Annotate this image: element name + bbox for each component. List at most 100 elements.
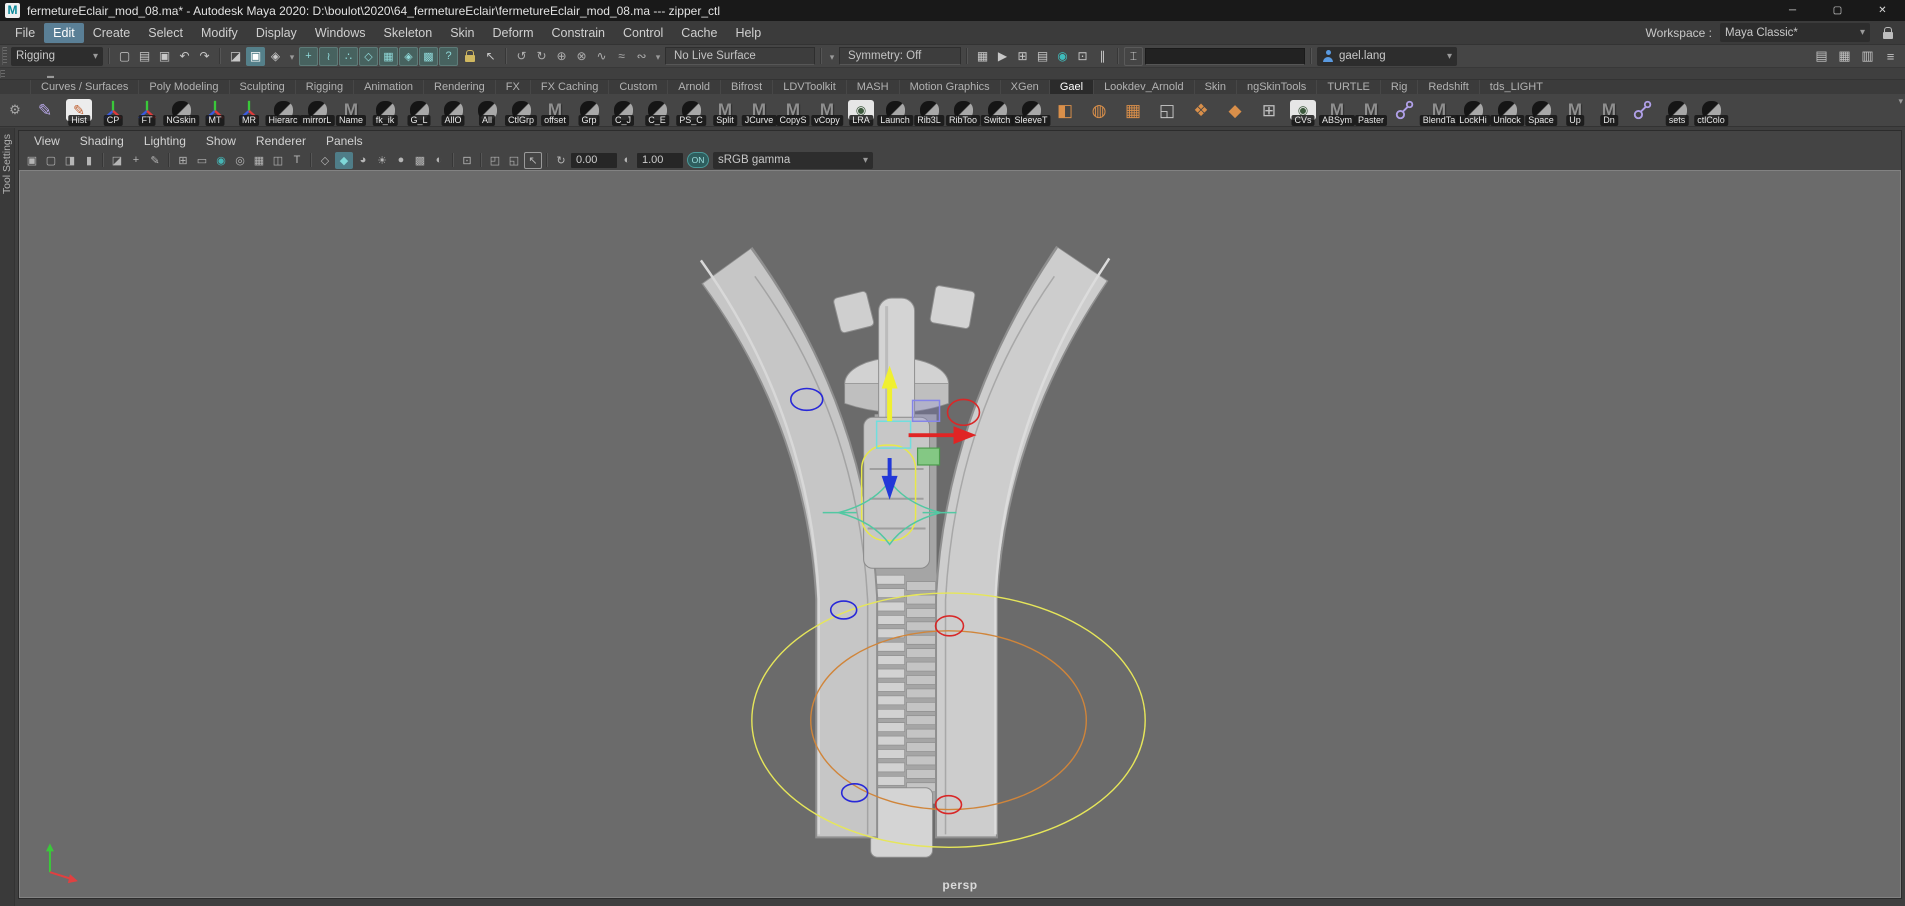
smooth-shade-icon[interactable]: ◆: [335, 152, 353, 169]
live-surface-field[interactable]: No Live Surface: [665, 47, 815, 65]
shelf-item-FT[interactable]: FT: [130, 94, 164, 127]
shelf-item-Unlock[interactable]: Unlock: [1490, 94, 1524, 127]
new-scene-icon[interactable]: ▢: [115, 47, 134, 66]
bookmarks-icon[interactable]: ▮: [80, 152, 98, 169]
wave-edit-icon[interactable]: ∾: [632, 47, 651, 66]
menu-item[interactable]: Help: [726, 23, 770, 43]
shelf-item-offset[interactable]: offset: [538, 94, 572, 127]
construction-history-icon[interactable]: ↺: [512, 47, 531, 66]
shelf-tab[interactable]: Curves / Surfaces: [30, 80, 138, 94]
shelf-item-Launch[interactable]: Launch: [878, 94, 912, 127]
shelf-item-joint-tool-2[interactable]: [1626, 94, 1660, 127]
shelf-item-PS_C[interactable]: PS_C: [674, 94, 708, 127]
menu-item[interactable]: Skin: [441, 23, 483, 43]
undo-icon[interactable]: ↶: [175, 47, 194, 66]
shelf-item-poly-cube[interactable]: ◧: [1048, 94, 1082, 127]
shelf-item-RibToo[interactable]: RibToo: [946, 94, 980, 127]
shadows-icon[interactable]: ●: [392, 152, 410, 169]
shelf-gear-icon[interactable]: ⚙: [2, 102, 28, 118]
gate-mask-icon[interactable]: ◎: [231, 152, 249, 169]
safe-title-icon[interactable]: T: [288, 152, 306, 169]
shelf-item-Paster[interactable]: Paster: [1354, 94, 1388, 127]
menu-set-selector[interactable]: Rigging: [11, 47, 103, 66]
shelf-tab[interactable]: Rigging: [295, 80, 353, 94]
film-gate-icon[interactable]: ▭: [193, 152, 211, 169]
overscan-icon[interactable]: ✎: [146, 152, 164, 169]
select-by-component-icon[interactable]: ◈: [266, 47, 285, 66]
menu-item[interactable]: Edit: [44, 23, 84, 43]
snap-help-icon[interactable]: ?: [439, 47, 458, 66]
shelf-item-fk_ik[interactable]: fk_ik: [368, 94, 402, 127]
shelf-item-Switch[interactable]: Switch: [980, 94, 1014, 127]
shelf-item-C_E[interactable]: C_E: [640, 94, 674, 127]
shelf-tab[interactable]: Skin: [1194, 80, 1236, 94]
disable-operation-icon[interactable]: ⊗: [572, 47, 591, 66]
shelf-item-ctlColo[interactable]: ctlColo: [1694, 94, 1728, 127]
panel-menu-item[interactable]: View: [25, 134, 69, 148]
shelf-item-G_L[interactable]: G_L: [402, 94, 436, 127]
shelf-tab[interactable]: TURTLE: [1316, 80, 1380, 94]
close-button[interactable]: ✕: [1860, 0, 1905, 21]
menu-item[interactable]: Modify: [192, 23, 247, 43]
snap-to-curve-icon[interactable]: ≀: [319, 47, 338, 66]
search-input[interactable]: [1145, 48, 1305, 65]
menu-item[interactable]: Create: [84, 23, 140, 43]
menu-item[interactable]: Deform: [484, 23, 543, 43]
wireframe-icon[interactable]: ◇: [316, 152, 334, 169]
select-camera-icon[interactable]: ▣: [23, 152, 41, 169]
shelf-item-Split[interactable]: Split: [708, 94, 742, 127]
snap-to-point-icon[interactable]: ∴: [339, 47, 358, 66]
shelf-item-SleeveT[interactable]: SleeveT: [1014, 94, 1048, 127]
xray-joints-icon[interactable]: ◱: [505, 152, 523, 169]
viewport-3d[interactable]: persp: [19, 170, 1901, 898]
shelf-item-mirrorL[interactable]: mirrorL: [300, 94, 334, 127]
shelf-tab[interactable]: Rendering: [423, 80, 495, 94]
statusline-grip[interactable]: [2, 47, 7, 65]
minimize-button[interactable]: ─: [1770, 0, 1815, 21]
shelf-item-MT[interactable]: MT: [198, 94, 232, 127]
strip-grip[interactable]: [0, 70, 5, 78]
dropdown-arrow-icon[interactable]: [287, 47, 297, 65]
open-scene-icon[interactable]: ▤: [135, 47, 154, 66]
shelf-item-CP[interactable]: CP: [96, 94, 130, 127]
menu-item[interactable]: Cache: [672, 23, 726, 43]
shelf-item-poly-grid[interactable]: ▦: [1116, 94, 1150, 127]
shelf-item-poly-wheel[interactable]: ◍: [1082, 94, 1116, 127]
shelf-item-vCopy[interactable]: vCopy: [810, 94, 844, 127]
shelf-tab[interactable]: Motion Graphics: [899, 80, 1000, 94]
menu-item[interactable]: Select: [139, 23, 192, 43]
shelf-item-LockHi[interactable]: LockHi: [1456, 94, 1490, 127]
select-by-hierarchy-icon[interactable]: ◪: [226, 47, 245, 66]
shelf-item-Grp[interactable]: Grp: [572, 94, 606, 127]
textured-icon[interactable]: ◕: [354, 152, 372, 169]
lock-camera-icon[interactable]: ▢: [42, 152, 60, 169]
shelf-tab[interactable]: Sculpting: [229, 80, 295, 94]
shelf-tab[interactable]: Bifrost: [720, 80, 772, 94]
shelf-tab[interactable]: Lookdev_Arnold: [1093, 80, 1194, 94]
resolution-gate-icon[interactable]: ◉: [212, 152, 230, 169]
grid-icon[interactable]: ⊞: [174, 152, 192, 169]
highlight-selection-icon[interactable]: ↖: [481, 47, 500, 66]
shelf-item-edit-pen[interactable]: ✎: [28, 94, 62, 127]
use-all-lights-icon[interactable]: ☀: [373, 152, 391, 169]
exposure-icon[interactable]: ↻: [552, 152, 570, 169]
redo-icon[interactable]: ↷: [195, 47, 214, 66]
menu-item[interactable]: File: [6, 23, 44, 43]
menu-item[interactable]: Skeleton: [375, 23, 442, 43]
menu-item[interactable]: Constrain: [543, 23, 615, 43]
smooth-edit-icon[interactable]: ≈: [612, 47, 631, 66]
color-management-toggle[interactable]: ON: [687, 152, 709, 168]
tool-settings-strip[interactable]: Tool Settings: [0, 128, 15, 906]
render-settings-icon[interactable]: ▤: [1033, 47, 1052, 66]
shelf-tab[interactable]: FX: [495, 80, 530, 94]
rebuild-history-icon[interactable]: ↻: [532, 47, 551, 66]
safe-action-icon[interactable]: ◫: [269, 152, 287, 169]
shelf-item-MR[interactable]: MR: [232, 94, 266, 127]
dropdown-arrow-icon[interactable]: [653, 47, 663, 65]
shelf-item-fit-tool[interactable]: ◱: [1150, 94, 1184, 127]
select-by-object-icon[interactable]: ▣: [246, 47, 265, 66]
shelf-tab[interactable]: XGen: [1000, 80, 1049, 94]
add-operation-icon[interactable]: ⊕: [552, 47, 571, 66]
menu-item[interactable]: Control: [614, 23, 672, 43]
shelf-tab[interactable]: Rig: [1380, 80, 1418, 94]
